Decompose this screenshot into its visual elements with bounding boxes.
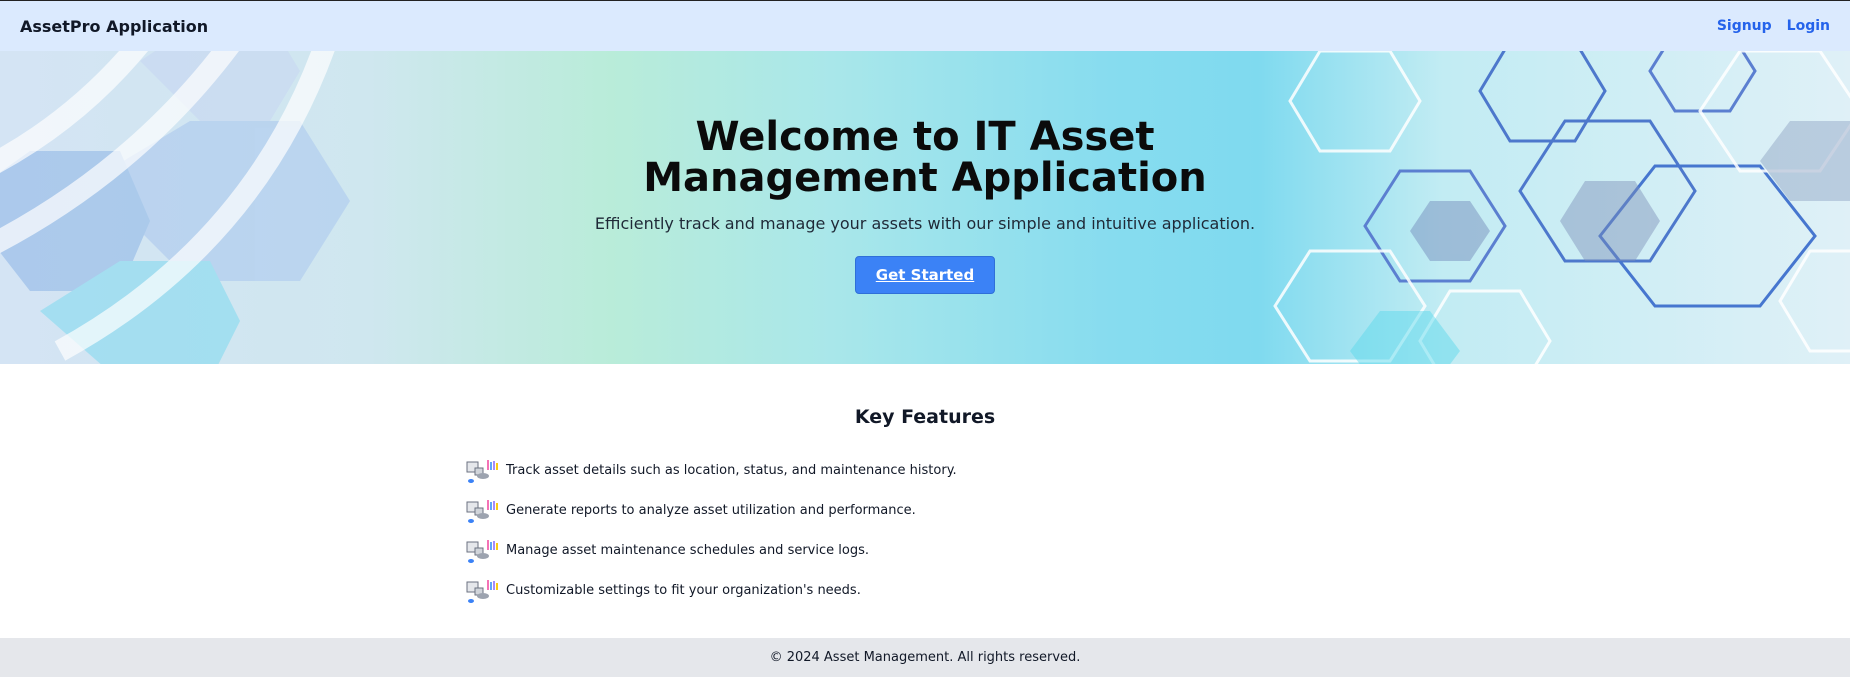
- get-started-button[interactable]: Get Started: [854, 256, 996, 294]
- feature-item: Manage asset maintenance schedules and s…: [465, 530, 1385, 570]
- login-link[interactable]: Login: [1787, 18, 1830, 34]
- app-brand[interactable]: AssetPro Application: [20, 17, 208, 36]
- feature-text: Generate reports to analyze asset utiliz…: [506, 502, 916, 518]
- key-features-section: Key Features Track asset details such as…: [0, 364, 1850, 638]
- feature-text: Manage asset maintenance schedules and s…: [506, 542, 869, 558]
- feature-item: Track asset details such as location, st…: [465, 450, 1385, 490]
- top-navbar: AssetPro Application Signup Login: [0, 1, 1850, 51]
- asset-devices-icon: [466, 460, 498, 483]
- hero-banner: Welcome to IT Asset Management Applicati…: [0, 51, 1850, 364]
- feature-item: Customizable settings to fit your organi…: [465, 570, 1385, 610]
- asset-devices-icon: [466, 540, 498, 563]
- features-title: Key Features: [854, 406, 996, 428]
- feature-list: Track asset details such as location, st…: [465, 450, 1385, 610]
- hero-content: Welcome to IT Asset Management Applicati…: [0, 117, 1850, 294]
- feature-text: Track asset details such as location, st…: [506, 462, 957, 478]
- nav-links: Signup Login: [1717, 18, 1830, 34]
- hero-title: Welcome to IT Asset Management Applicati…: [643, 114, 1207, 201]
- hero-subtitle: Efficiently track and manage your assets…: [594, 214, 1256, 233]
- feature-text: Customizable settings to fit your organi…: [506, 582, 861, 598]
- asset-devices-icon: [466, 500, 498, 523]
- feature-item: Generate reports to analyze asset utiliz…: [465, 490, 1385, 530]
- asset-devices-icon: [466, 580, 498, 603]
- page-footer: © 2024 Asset Management. All rights rese…: [0, 638, 1850, 677]
- signup-link[interactable]: Signup: [1717, 18, 1772, 34]
- copyright-text: © 2024 Asset Management. All rights rese…: [769, 650, 1081, 665]
